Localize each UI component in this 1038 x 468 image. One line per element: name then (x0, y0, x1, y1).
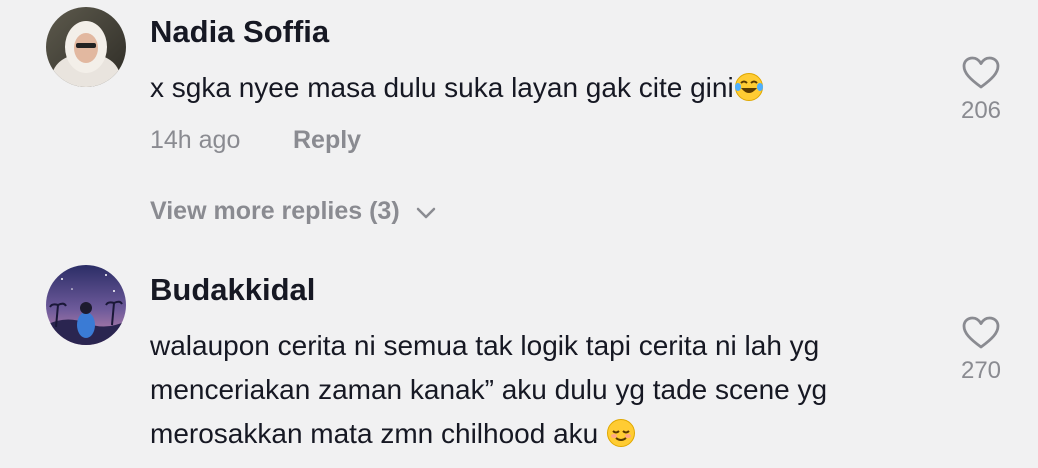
heart-icon[interactable] (946, 316, 1016, 355)
comment-text: x sgka nyee masa dulu suka layan gak cit… (150, 66, 764, 115)
like-section: 206 (946, 56, 1016, 125)
comment-list: Nadia Soffia x sgka nyee masa dulu suka … (0, 0, 1038, 468)
view-more-replies-button[interactable]: View more replies (3) (150, 197, 436, 226)
like-section: 270 (946, 316, 1016, 385)
avatar[interactable] (46, 265, 126, 345)
comment-username[interactable]: Budakkidal (150, 272, 315, 308)
heart-icon[interactable] (946, 56, 1016, 95)
reply-button[interactable]: Reply (293, 126, 361, 155)
chevron-down-icon (416, 197, 436, 226)
like-count: 270 (960, 357, 1002, 384)
comment-text-line: merosakkan mata zmn chilhood aku (150, 418, 599, 449)
profile-photo-icon (46, 7, 126, 87)
view-more-replies-label: View more replies (3) (150, 197, 400, 225)
like-count: 206 (960, 97, 1002, 124)
comment-text-line: menceriakan zaman kanak” aku dulu yg tad… (150, 374, 828, 405)
comment-text: walaupon cerita ni semua tak logik tapi … (150, 324, 827, 461)
avatar[interactable] (46, 7, 126, 87)
profile-illustration-icon (46, 265, 126, 345)
comment-timestamp: 14h ago (150, 126, 241, 154)
comment-text-content: x sgka nyee masa dulu suka layan gak cit… (150, 72, 734, 103)
comment-text-line-with-emoji: merosakkan mata zmn chilhood aku (150, 412, 827, 461)
relieved-face-icon (606, 417, 636, 461)
face-with-tears-of-joy-icon (734, 71, 764, 115)
comment-text-line: walaupon cerita ni semua tak logik tapi … (150, 330, 820, 361)
comment-username[interactable]: Nadia Soffia (150, 14, 329, 50)
